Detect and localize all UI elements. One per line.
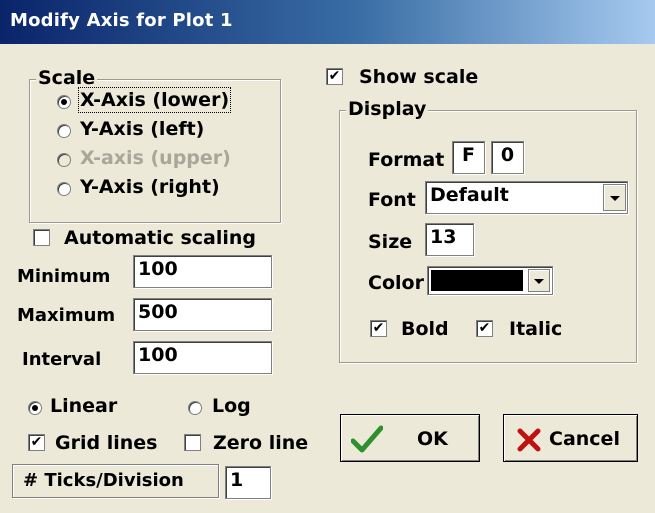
italic-checkbox[interactable]: ✔ xyxy=(476,320,493,337)
grid-lines-checkbox[interactable]: ✔ xyxy=(28,434,45,451)
italic-label[interactable]: Italic xyxy=(509,318,562,340)
ticks-division-input[interactable]: 1 xyxy=(225,466,271,499)
radio-log[interactable] xyxy=(188,401,202,415)
font-dropdown[interactable]: Default xyxy=(425,181,628,214)
bold-label[interactable]: Bold xyxy=(401,318,449,340)
format-decimals-input[interactable]: 0 xyxy=(491,141,524,174)
grid-lines-label[interactable]: Grid lines xyxy=(55,432,157,454)
automatic-scaling-checkbox[interactable] xyxy=(33,229,50,246)
interval-label: Interval xyxy=(22,349,102,370)
modify-axis-dialog: Modify Axis for Plot 1 Scale X-Axis (low… xyxy=(0,0,655,513)
show-scale-label[interactable]: Show scale xyxy=(359,66,478,88)
show-scale-checkbox[interactable]: ✔ xyxy=(326,68,343,85)
color-swatch xyxy=(431,270,523,291)
font-label: Font xyxy=(368,189,416,211)
radio-y-axis-right-label[interactable]: Y-Axis (right) xyxy=(80,176,220,198)
radio-x-axis-lower-label[interactable]: X-Axis (lower) xyxy=(77,87,232,113)
size-label: Size xyxy=(368,231,413,253)
zero-line-checkbox[interactable] xyxy=(184,434,201,451)
bold-checkbox[interactable]: ✔ xyxy=(370,320,387,337)
radio-log-label[interactable]: Log xyxy=(212,395,251,417)
cancel-button-label: Cancel xyxy=(549,428,620,450)
maximum-input[interactable]: 500 xyxy=(133,298,272,331)
maximum-label: Maximum xyxy=(17,305,116,326)
radio-y-axis-left[interactable] xyxy=(57,124,71,138)
radio-linear-label[interactable]: Linear xyxy=(50,395,117,417)
automatic-scaling-label[interactable]: Automatic scaling xyxy=(64,227,256,249)
size-input[interactable]: 13 xyxy=(425,223,474,256)
format-label: Format xyxy=(368,149,445,171)
minimum-label: Minimum xyxy=(17,266,111,287)
radio-y-axis-left-label[interactable]: Y-Axis (left) xyxy=(80,118,204,140)
interval-input[interactable]: 100 xyxy=(133,341,272,374)
radio-linear[interactable] xyxy=(28,401,42,415)
checkmark-icon xyxy=(351,425,383,453)
minimum-input[interactable]: 100 xyxy=(133,255,272,288)
radio-y-axis-right[interactable] xyxy=(57,182,71,196)
scale-group-label: Scale xyxy=(36,67,98,89)
ok-button[interactable]: OK xyxy=(340,414,480,462)
x-icon xyxy=(517,428,541,452)
window-title: Modify Axis for Plot 1 xyxy=(10,10,233,31)
ticks-division-label: # Ticks/Division xyxy=(23,470,184,491)
radio-x-axis-upper xyxy=(57,153,71,167)
zero-line-label[interactable]: Zero line xyxy=(213,432,308,454)
title-bar[interactable]: Modify Axis for Plot 1 xyxy=(0,0,655,44)
format-type-input[interactable]: F xyxy=(452,141,485,174)
radio-x-axis-upper-label: X-axis (upper) xyxy=(80,147,231,169)
radio-x-axis-lower[interactable] xyxy=(57,95,71,109)
font-dropdown-arrow-icon[interactable] xyxy=(603,184,626,211)
cancel-button[interactable]: Cancel xyxy=(503,414,638,462)
ok-button-label: OK xyxy=(417,428,448,450)
display-group-label: Display xyxy=(346,98,429,120)
color-label: Color xyxy=(368,272,424,294)
color-dropdown-arrow-icon[interactable] xyxy=(528,269,550,292)
